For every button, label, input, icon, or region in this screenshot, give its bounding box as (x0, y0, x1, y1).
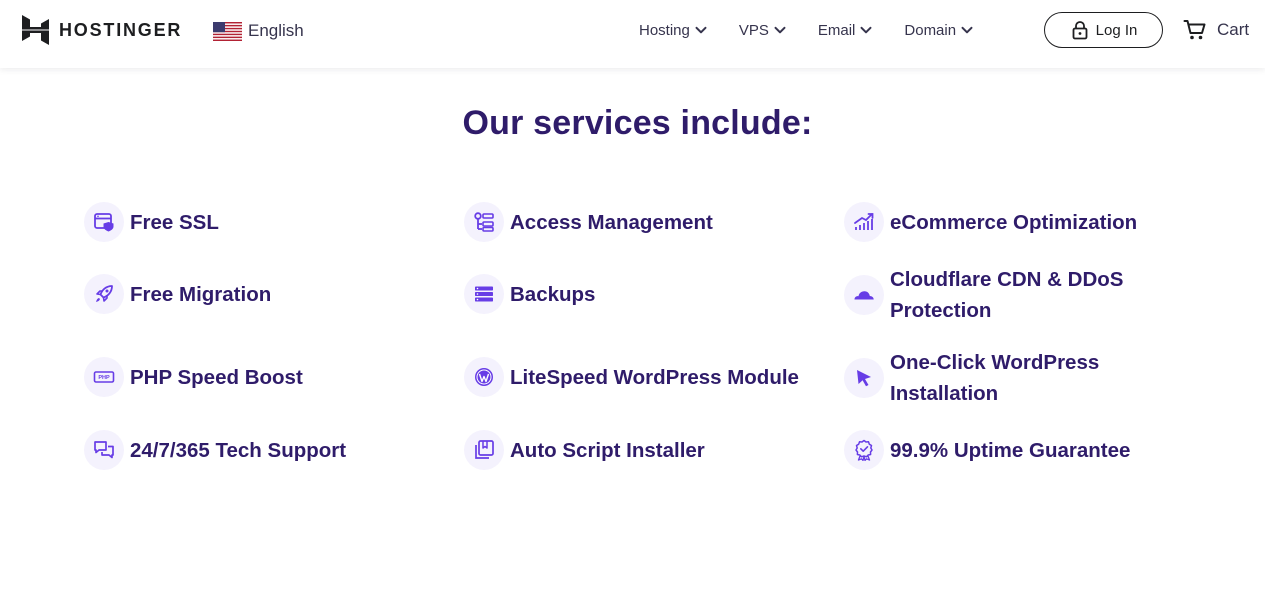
service-item-cloudflare-cdn: Cloudflare CDN & DDoS Protection (844, 264, 1180, 326)
badge-icon (855, 439, 873, 461)
main-nav: Hosting VPS Email Domain (639, 18, 974, 42)
service-item-one-click-wordpress: One-Click WordPress Installation (844, 347, 1180, 409)
service-label: Cloudflare CDN & DDoS Protection (890, 268, 1124, 322)
service-label: One-Click WordPress Installation (890, 351, 1100, 405)
service-label: eCommerce Optimization (890, 210, 1138, 234)
service-item-php-speed-boost: PHP PHP Speed Boost (84, 357, 420, 397)
installer-icon (475, 440, 494, 459)
brand-name: HOSTINGER (59, 19, 183, 40)
login-button[interactable]: Log In (1044, 12, 1163, 48)
service-item-free-migration: Free Migration (84, 274, 420, 314)
hostinger-logo-icon (22, 15, 49, 45)
service-label: Free SSL (130, 210, 219, 234)
service-label: 99.9% Uptime Guarantee (890, 438, 1131, 462)
service-item-ecommerce-optimization: eCommerce Optimization (844, 202, 1180, 242)
service-item-uptime-guarantee: 99.9% Uptime Guarantee (844, 430, 1180, 470)
wordpress-icon (475, 368, 493, 386)
language-selector[interactable]: English (213, 20, 304, 42)
nav-item-label: Email (817, 21, 856, 39)
service-label: Access Management (510, 210, 713, 234)
cursor-icon (857, 370, 871, 387)
site-header: HOSTINGER English Hosting VPS Email Doma… (0, 0, 1265, 68)
hostinger-logo[interactable]: HOSTINGER (22, 15, 182, 45)
us-flag-icon (213, 21, 242, 41)
service-item-tech-support: 24/7/365 Tech Support (84, 430, 420, 470)
service-item-backups: Backups (464, 274, 800, 314)
cart-button[interactable]: Cart (1183, 18, 1249, 42)
rocket-icon (96, 285, 113, 302)
language-label: English (248, 21, 304, 40)
service-item-free-ssl: Free SSL (84, 202, 420, 242)
chevron-down-icon (695, 26, 707, 34)
server-icon (475, 286, 493, 302)
chevron-down-icon (961, 26, 973, 34)
php-icon: PHP (93, 371, 115, 383)
cloudflare-icon (854, 291, 874, 300)
cart-label: Cart (1217, 20, 1250, 39)
service-label: PHP Speed Boost (130, 365, 303, 389)
service-item-access-management: Access Management (464, 202, 800, 242)
nav-item-domain[interactable]: Domain (904, 22, 974, 39)
nav-item-label: VPS (738, 21, 769, 39)
chevron-down-icon (774, 26, 786, 34)
service-label: 24/7/365 Tech Support (130, 438, 347, 462)
section-title: Our services include: (462, 104, 813, 142)
nav-item-label: Hosting (639, 21, 690, 39)
nav-item-vps[interactable]: VPS (739, 22, 787, 39)
service-label: Backups (510, 282, 596, 306)
service-item-litespeed-wordpress: LiteSpeed WordPress Module (464, 357, 800, 397)
chart-icon (854, 213, 874, 230)
cart-icon (1183, 20, 1206, 40)
chat-icon (94, 441, 114, 459)
chevron-down-icon (860, 26, 872, 34)
nav-item-label: Domain (904, 21, 957, 39)
login-label: Log In (1095, 21, 1138, 39)
nav-item-hosting[interactable]: Hosting (639, 22, 708, 39)
access-management-icon (474, 212, 494, 232)
lock-icon (1072, 21, 1088, 40)
nav-item-email[interactable]: Email (818, 22, 874, 39)
ssl-icon (94, 213, 114, 232)
service-label: Auto Script Installer (510, 438, 705, 462)
svg-text:PHP: PHP (98, 375, 110, 381)
service-label: LiteSpeed WordPress Module (510, 365, 799, 389)
service-item-auto-script-installer: Auto Script Installer (464, 430, 800, 470)
service-label: Free Migration (130, 282, 272, 306)
